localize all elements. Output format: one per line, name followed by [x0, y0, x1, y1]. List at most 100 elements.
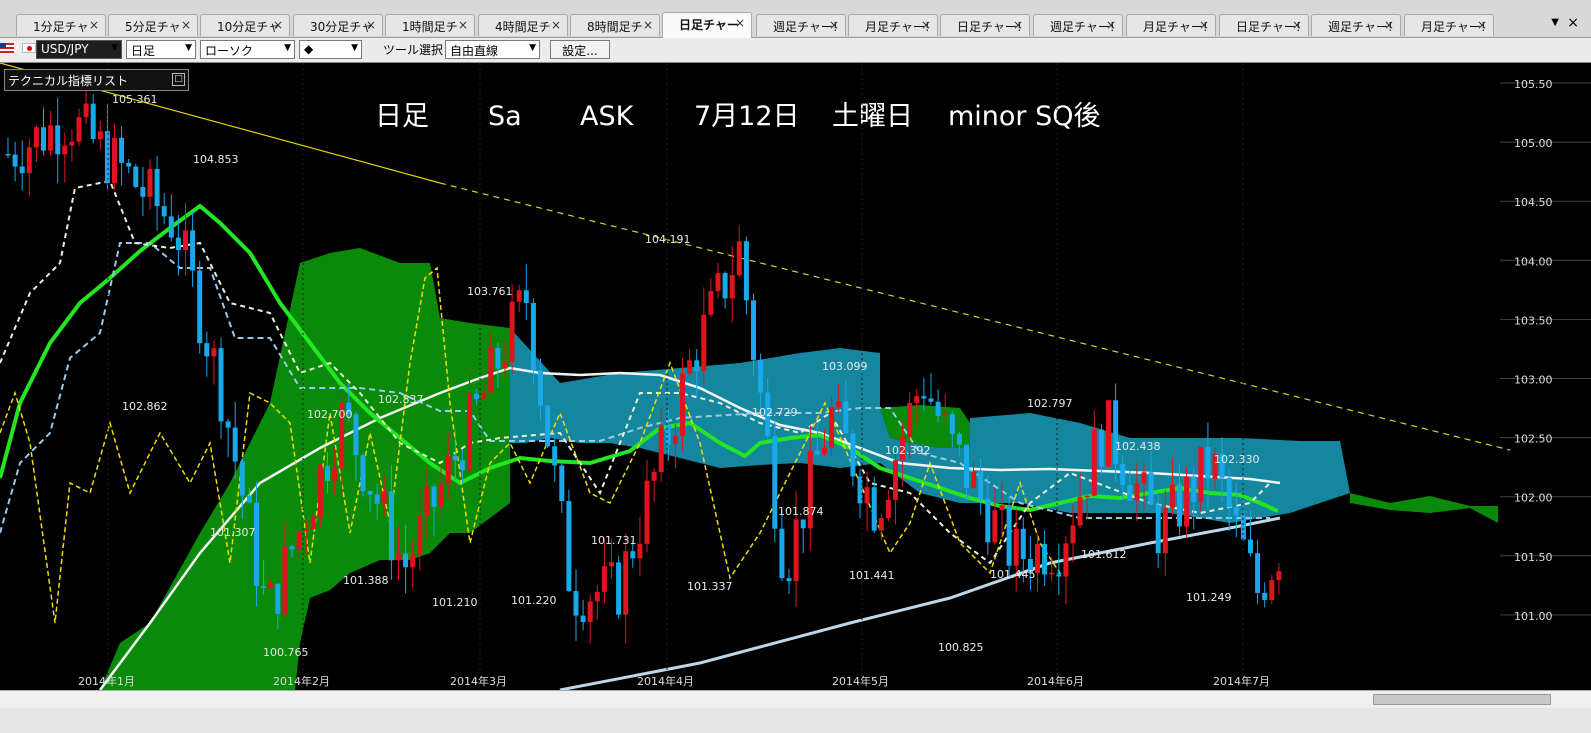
tab-close-icon[interactable]: ×	[366, 18, 376, 32]
tab-close-icon[interactable]: ×	[1106, 18, 1116, 32]
tab-7[interactable]: 8時間足チ ×	[570, 14, 660, 36]
settings-button[interactable]: 設定...	[550, 40, 610, 59]
candle-body	[715, 272, 721, 292]
technical-indicator-list-panel[interactable]: テクニカル指標リスト □	[4, 69, 189, 91]
tab-close-icon[interactable]: ×	[921, 18, 931, 32]
chart-tab-strip: 1分足チャ × 5分足チャ × 10分足チャ × 30分足チャ × 1時間足チ × 4時間足チ × 8時…	[0, 0, 1591, 38]
chart-type-select[interactable]: ローソク ▼	[200, 40, 295, 59]
candle-body	[488, 347, 494, 393]
tab-1[interactable]: 1分足チャ ×	[16, 14, 106, 36]
drawing-tool-select[interactable]: 自由直線 ▼	[445, 40, 540, 59]
candle-body	[822, 447, 827, 455]
x-axis-tick-label: 2014年7月	[1213, 674, 1270, 688]
y-axis-tick-label: 103.50	[1514, 314, 1553, 327]
tab-8[interactable]: 日足チャー ×	[662, 12, 752, 38]
candle-body	[140, 187, 146, 197]
tab-11[interactable]: 日足チャー! ×	[940, 14, 1030, 36]
tab-close-icon[interactable]: ×	[735, 16, 745, 30]
candle-body	[459, 460, 465, 471]
tab-9[interactable]: 週足チャー! ×	[756, 14, 846, 36]
candle-body	[928, 398, 934, 402]
candle-body	[83, 103, 89, 118]
scrollbar-thumb[interactable]	[1373, 694, 1551, 705]
candle-body	[786, 578, 792, 582]
candle-body	[1134, 483, 1140, 501]
candle-body	[246, 495, 252, 503]
tab-close-icon[interactable]: ×	[273, 18, 283, 32]
candle-body	[289, 546, 295, 550]
timeframe-select[interactable]: 日足 ▼	[126, 40, 196, 59]
tab-4[interactable]: 30分足チャ ×	[293, 14, 383, 36]
chart-toolbar: / USD/JPY ▼ 日足 ▼ ローソク ▼ ◆ ▼ ツール選択 自由直線 ▼…	[0, 38, 1591, 63]
candle-body	[1006, 505, 1012, 566]
tab-list-dropdown-icon[interactable]: ▼	[1551, 17, 1559, 28]
line-style-select[interactable]: ◆ ▼	[299, 40, 362, 59]
candle-body	[1276, 571, 1282, 581]
ichimoku-cloud-bullish	[1350, 493, 1498, 523]
price-annotation: 101.337	[687, 580, 733, 593]
tab-5[interactable]: 1時間足チ ×	[385, 14, 475, 36]
price-annotation: 101.874	[778, 505, 824, 518]
tab-13[interactable]: 月足チャー! ×	[1126, 14, 1216, 36]
tab-close-icon[interactable]: ×	[1199, 18, 1209, 32]
y-axis-tick-label: 102.50	[1514, 433, 1553, 446]
tab-close-icon[interactable]: ×	[1013, 18, 1023, 32]
price-annotation: 101.307	[210, 526, 256, 539]
candle-body	[601, 566, 607, 592]
tab-close-icon[interactable]: ×	[458, 18, 468, 32]
horizontal-scrollbar[interactable]	[0, 690, 1591, 708]
price-annotation: 101.731	[591, 534, 637, 547]
tab-3[interactable]: 10分足チャ ×	[200, 14, 290, 36]
candle-body	[424, 486, 430, 516]
candle-body	[332, 468, 338, 481]
candle-body	[12, 154, 18, 167]
candle-body	[843, 401, 849, 434]
candle-body	[829, 407, 835, 448]
candle-body	[687, 360, 693, 374]
price-chart[interactable]: 日足 Sa ASK 7月12日 土曜日 minor SQ後 105.50 105.00 104.…	[0, 63, 1591, 733]
price-annotation: 104.191	[645, 233, 691, 246]
candle-body	[90, 103, 96, 140]
candle-body	[133, 166, 139, 188]
candle-body	[1049, 572, 1055, 575]
candle-body	[1205, 446, 1211, 479]
candle-body	[296, 531, 302, 550]
candle-body	[573, 591, 579, 616]
tab-12[interactable]: 週足チャー! ×	[1033, 14, 1123, 36]
tab-6[interactable]: 4時間足チ ×	[478, 14, 568, 36]
tab-close-icon[interactable]: ×	[181, 18, 191, 32]
chevron-down-icon: ▼	[185, 43, 192, 53]
candle-body	[630, 551, 636, 559]
candle-body	[1020, 528, 1026, 559]
tab-2[interactable]: 5分足チャ ×	[108, 14, 198, 36]
candle-body	[147, 168, 153, 197]
y-axis-tick-label: 104.50	[1514, 196, 1553, 209]
close-window-icon[interactable]: ×	[1567, 15, 1579, 31]
tab-16[interactable]: 月足チャー! ×	[1404, 14, 1494, 36]
tab-label: 4時間足チ	[495, 20, 551, 34]
candle-body	[1198, 446, 1204, 503]
candle-body	[26, 147, 32, 174]
tab-close-icon[interactable]: ×	[1292, 18, 1302, 32]
status-bar	[0, 708, 1591, 733]
panel-toggle-icon[interactable]: □	[172, 73, 185, 86]
candle-body	[1184, 476, 1190, 527]
tab-close-icon[interactable]: ×	[1384, 18, 1394, 32]
chart-canvas[interactable]: 日足 Sa ASK 7月12日 土曜日 minor SQ後 105.50 105.00 104.…	[0, 63, 1591, 690]
tab-close-icon[interactable]: ×	[551, 18, 561, 32]
price-annotation: 101.249	[1186, 591, 1232, 604]
candle-body	[1063, 543, 1069, 577]
tab-close-icon[interactable]: ×	[1477, 18, 1487, 32]
tab-14[interactable]: 日足チャー! ×	[1219, 14, 1309, 36]
y-axis-tick-label: 101.50	[1514, 551, 1553, 564]
candle-body	[992, 510, 998, 543]
price-annotation: 104.853	[193, 153, 239, 166]
candle-body	[1191, 476, 1197, 503]
tab-close-icon[interactable]: ×	[643, 18, 653, 32]
candle-body	[175, 237, 181, 251]
tab-close-icon[interactable]: ×	[829, 18, 839, 32]
tab-close-icon[interactable]: ×	[89, 18, 99, 32]
tab-15[interactable]: 週足チャー! ×	[1311, 14, 1401, 36]
tab-10[interactable]: 月足チャー! ×	[848, 14, 938, 36]
symbol-select[interactable]: USD/JPY ▼	[36, 40, 122, 59]
